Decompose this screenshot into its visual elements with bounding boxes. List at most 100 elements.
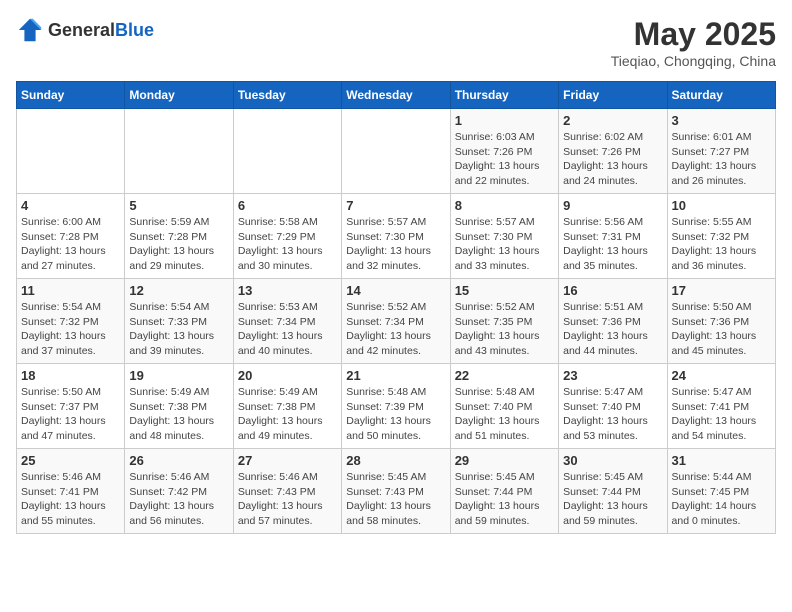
day-cell — [17, 109, 125, 194]
day-cell: 2 Sunrise: 6:02 AM Sunset: 7:26 PM Daylig… — [559, 109, 667, 194]
day-cell: 6 Sunrise: 5:58 AM Sunset: 7:29 PM Daylig… — [233, 194, 341, 279]
day-cell — [233, 109, 341, 194]
weekday-header-friday: Friday — [559, 82, 667, 109]
day-info: Sunrise: 5:48 AM Sunset: 7:39 PM Dayligh… — [346, 385, 445, 444]
day-info: Sunrise: 5:52 AM Sunset: 7:34 PM Dayligh… — [346, 300, 445, 359]
weekday-header-sunday: Sunday — [17, 82, 125, 109]
weekday-header-thursday: Thursday — [450, 82, 558, 109]
day-number: 7 — [346, 198, 445, 213]
calendar-table: SundayMondayTuesdayWednesdayThursdayFrid… — [16, 81, 776, 534]
day-number: 29 — [455, 453, 554, 468]
day-number: 1 — [455, 113, 554, 128]
day-number: 8 — [455, 198, 554, 213]
day-number: 18 — [21, 368, 120, 383]
day-number: 9 — [563, 198, 662, 213]
day-cell: 15Sunrise: 5:52 AM Sunset: 7:35 PM Dayli… — [450, 279, 558, 364]
day-cell: 17Sunrise: 5:50 AM Sunset: 7:36 PM Dayli… — [667, 279, 775, 364]
day-info: Sunrise: 5:59 AM Sunset: 7:28 PM Dayligh… — [129, 215, 228, 274]
month-year: May 2025 — [611, 16, 776, 53]
day-info: Sunrise: 5:48 AM Sunset: 7:40 PM Dayligh… — [455, 385, 554, 444]
day-info: Sunrise: 5:49 AM Sunset: 7:38 PM Dayligh… — [129, 385, 228, 444]
day-cell: 16 Sunrise: 5:51 AM Sunset: 7:36 PM Dayli… — [559, 279, 667, 364]
day-cell: 20Sunrise: 5:49 AM Sunset: 7:38 PM Dayli… — [233, 364, 341, 449]
day-cell: 29 Sunrise: 5:45 AM Sunset: 7:44 PM Dayli… — [450, 449, 558, 534]
day-cell — [125, 109, 233, 194]
logo-general: General — [48, 20, 115, 40]
title-block: May 2025 Tieqiao, Chongqing, China — [611, 16, 776, 69]
day-cell — [342, 109, 450, 194]
day-info: Sunrise: 5:56 AM Sunset: 7:31 PM Dayligh… — [563, 215, 662, 274]
day-info: Sunrise: 5:46 AM Sunset: 7:41 PM Dayligh… — [21, 470, 120, 529]
day-info: Sunrise: 5:51 AM Sunset: 7:36 PM Dayligh… — [563, 300, 662, 359]
day-number: 13 — [238, 283, 337, 298]
day-number: 2 — [563, 113, 662, 128]
day-info: Sunrise: 5:57 AM Sunset: 7:30 PM Dayligh… — [346, 215, 445, 274]
day-info: Sunrise: 5:50 AM Sunset: 7:37 PM Dayligh… — [21, 385, 120, 444]
week-row-3: 11Sunrise: 5:54 AM Sunset: 7:32 PM Dayli… — [17, 279, 776, 364]
day-number: 27 — [238, 453, 337, 468]
day-cell: 3 Sunrise: 6:01 AM Sunset: 7:27 PM Daylig… — [667, 109, 775, 194]
week-row-1: 1 Sunrise: 6:03 AM Sunset: 7:26 PM Daylig… — [17, 109, 776, 194]
day-number: 12 — [129, 283, 228, 298]
logo-blue: Blue — [115, 20, 154, 40]
day-cell: 12 Sunrise: 5:54 AM Sunset: 7:33 PM Dayli… — [125, 279, 233, 364]
day-number: 30 — [563, 453, 662, 468]
day-info: Sunrise: 5:57 AM Sunset: 7:30 PM Dayligh… — [455, 215, 554, 274]
week-row-5: 25 Sunrise: 5:46 AM Sunset: 7:41 PM Dayli… — [17, 449, 776, 534]
day-info: Sunrise: 5:54 AM Sunset: 7:32 PM Dayligh… — [21, 300, 120, 359]
day-number: 3 — [672, 113, 771, 128]
day-number: 25 — [21, 453, 120, 468]
weekday-header-monday: Monday — [125, 82, 233, 109]
day-number: 14 — [346, 283, 445, 298]
day-cell: 13 Sunrise: 5:53 AM Sunset: 7:34 PM Dayli… — [233, 279, 341, 364]
day-info: Sunrise: 5:46 AM Sunset: 7:42 PM Dayligh… — [129, 470, 228, 529]
location: Tieqiao, Chongqing, China — [611, 53, 776, 69]
day-cell: 21 Sunrise: 5:48 AM Sunset: 7:39 PM Dayli… — [342, 364, 450, 449]
week-row-4: 18 Sunrise: 5:50 AM Sunset: 7:37 PM Dayli… — [17, 364, 776, 449]
day-cell: 4 Sunrise: 6:00 AM Sunset: 7:28 PM Daylig… — [17, 194, 125, 279]
day-cell: 1 Sunrise: 6:03 AM Sunset: 7:26 PM Daylig… — [450, 109, 558, 194]
day-info: Sunrise: 5:55 AM Sunset: 7:32 PM Dayligh… — [672, 215, 771, 274]
weekday-header-row: SundayMondayTuesdayWednesdayThursdayFrid… — [17, 82, 776, 109]
day-info: Sunrise: 5:47 AM Sunset: 7:40 PM Dayligh… — [563, 385, 662, 444]
day-number: 21 — [346, 368, 445, 383]
day-info: Sunrise: 5:47 AM Sunset: 7:41 PM Dayligh… — [672, 385, 771, 444]
day-info: Sunrise: 5:58 AM Sunset: 7:29 PM Dayligh… — [238, 215, 337, 274]
day-cell: 31Sunrise: 5:44 AM Sunset: 7:45 PM Dayli… — [667, 449, 775, 534]
day-cell: 10 Sunrise: 5:55 AM Sunset: 7:32 PM Dayli… — [667, 194, 775, 279]
day-number: 26 — [129, 453, 228, 468]
day-info: Sunrise: 5:49 AM Sunset: 7:38 PM Dayligh… — [238, 385, 337, 444]
day-number: 17 — [672, 283, 771, 298]
day-number: 10 — [672, 198, 771, 213]
day-info: Sunrise: 5:45 AM Sunset: 7:44 PM Dayligh… — [455, 470, 554, 529]
day-cell: 11Sunrise: 5:54 AM Sunset: 7:32 PM Dayli… — [17, 279, 125, 364]
day-cell: 18 Sunrise: 5:50 AM Sunset: 7:37 PM Dayli… — [17, 364, 125, 449]
day-cell: 23 Sunrise: 5:47 AM Sunset: 7:40 PM Dayli… — [559, 364, 667, 449]
day-number: 4 — [21, 198, 120, 213]
day-cell: 5 Sunrise: 5:59 AM Sunset: 7:28 PM Daylig… — [125, 194, 233, 279]
logo: GeneralBlue — [16, 16, 154, 44]
day-number: 6 — [238, 198, 337, 213]
day-number: 5 — [129, 198, 228, 213]
week-row-2: 4 Sunrise: 6:00 AM Sunset: 7:28 PM Daylig… — [17, 194, 776, 279]
day-info: Sunrise: 6:00 AM Sunset: 7:28 PM Dayligh… — [21, 215, 120, 274]
weekday-header-tuesday: Tuesday — [233, 82, 341, 109]
day-number: 23 — [563, 368, 662, 383]
day-info: Sunrise: 5:53 AM Sunset: 7:34 PM Dayligh… — [238, 300, 337, 359]
day-number: 31 — [672, 453, 771, 468]
day-info: Sunrise: 6:02 AM Sunset: 7:26 PM Dayligh… — [563, 130, 662, 189]
day-info: Sunrise: 6:01 AM Sunset: 7:27 PM Dayligh… — [672, 130, 771, 189]
page-header: GeneralBlue May 2025 Tieqiao, Chongqing,… — [16, 16, 776, 69]
day-info: Sunrise: 6:03 AM Sunset: 7:26 PM Dayligh… — [455, 130, 554, 189]
day-info: Sunrise: 5:45 AM Sunset: 7:44 PM Dayligh… — [563, 470, 662, 529]
day-cell: 8 Sunrise: 5:57 AM Sunset: 7:30 PM Daylig… — [450, 194, 558, 279]
day-cell: 26 Sunrise: 5:46 AM Sunset: 7:42 PM Dayli… — [125, 449, 233, 534]
day-cell: 22 Sunrise: 5:48 AM Sunset: 7:40 PM Dayli… — [450, 364, 558, 449]
day-number: 22 — [455, 368, 554, 383]
day-cell: 28Sunrise: 5:45 AM Sunset: 7:43 PM Dayli… — [342, 449, 450, 534]
day-number: 16 — [563, 283, 662, 298]
day-number: 24 — [672, 368, 771, 383]
day-info: Sunrise: 5:54 AM Sunset: 7:33 PM Dayligh… — [129, 300, 228, 359]
day-cell: 24 Sunrise: 5:47 AM Sunset: 7:41 PM Dayli… — [667, 364, 775, 449]
day-info: Sunrise: 5:45 AM Sunset: 7:43 PM Dayligh… — [346, 470, 445, 529]
